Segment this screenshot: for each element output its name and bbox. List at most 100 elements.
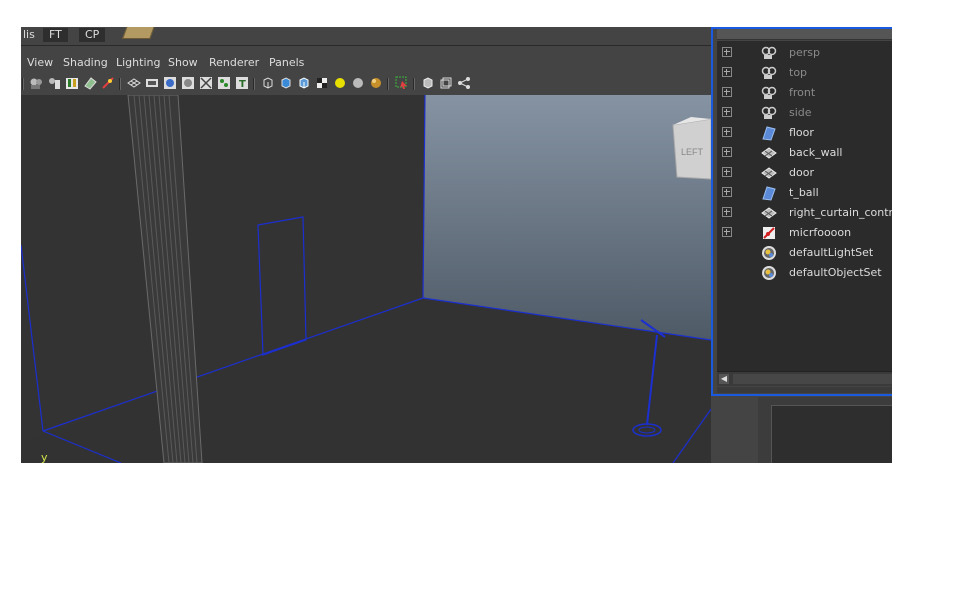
text-icon[interactable]: T bbox=[235, 76, 249, 90]
isolate-select-icon[interactable] bbox=[395, 76, 409, 90]
grease-pencil-icon[interactable] bbox=[101, 76, 115, 90]
outliner-item-label: floor bbox=[789, 126, 814, 139]
expand-icon[interactable] bbox=[722, 187, 732, 197]
shelf-tab-cp[interactable]: CP bbox=[79, 28, 106, 42]
panel-toolbar: T bbox=[21, 74, 721, 94]
shelf-tab-lis[interactable]: lis bbox=[21, 28, 41, 42]
field-chart-icon[interactable] bbox=[181, 76, 195, 90]
image-plane-icon[interactable] bbox=[83, 76, 97, 90]
outliner-panel: persp top front side floor back_wall doo… bbox=[711, 27, 892, 396]
outliner-item-side[interactable]: side bbox=[717, 103, 892, 123]
perspective-viewport[interactable]: LEFT y bbox=[21, 95, 711, 463]
outliner-item-label: door bbox=[789, 166, 814, 179]
menu-panels[interactable]: Panels bbox=[269, 56, 304, 69]
mesh-icon bbox=[761, 165, 777, 181]
outliner-item-label: top bbox=[789, 66, 808, 79]
camera-icon bbox=[761, 45, 777, 61]
toolbar-separator bbox=[253, 78, 255, 90]
menu-lighting[interactable]: Lighting bbox=[116, 56, 160, 69]
nurbs-plane-icon bbox=[761, 185, 777, 201]
bookmark-icon[interactable] bbox=[65, 76, 79, 90]
toolbar-separator bbox=[22, 78, 24, 90]
outliner-item-micrfoooon[interactable]: micrfoooon bbox=[717, 223, 892, 243]
axis-indicator: y bbox=[41, 451, 48, 463]
back-wall-surface bbox=[423, 95, 711, 340]
default-light-icon[interactable] bbox=[333, 76, 347, 90]
shelf-tab-ft[interactable]: FT bbox=[43, 28, 68, 42]
film-gate-icon[interactable] bbox=[145, 76, 159, 90]
camera-icon bbox=[761, 65, 777, 81]
nurbs-plane-icon bbox=[761, 125, 777, 141]
grid-icon[interactable] bbox=[127, 76, 141, 90]
smooth-shade-icon[interactable] bbox=[279, 76, 293, 90]
outliner-item-default-object-set[interactable]: defaultObjectSet bbox=[717, 263, 892, 283]
outliner-resize-grip[interactable] bbox=[717, 387, 892, 393]
view-cube-label: LEFT bbox=[681, 147, 704, 157]
wireframe-on-shaded-icon[interactable] bbox=[297, 76, 311, 90]
svg-text:T: T bbox=[239, 79, 246, 90]
expand-icon[interactable] bbox=[722, 67, 732, 77]
menu-renderer[interactable]: Renderer bbox=[209, 56, 259, 69]
outliner-item-label: back_wall bbox=[789, 146, 843, 159]
shadows-icon[interactable] bbox=[369, 76, 383, 90]
toolbar-separator bbox=[119, 78, 121, 90]
outliner-item-label: persp bbox=[789, 46, 820, 59]
outliner-item-label: defaultObjectSet bbox=[789, 266, 882, 279]
safe-action-icon[interactable] bbox=[199, 76, 213, 90]
panel-menu-bar: View Shading Lighting Show Renderer Pane… bbox=[21, 53, 721, 73]
outliner-item-label: right_curtain_control bbox=[789, 206, 892, 219]
scroll-left-arrow-icon[interactable]: ◀ bbox=[719, 374, 729, 384]
textured-icon[interactable] bbox=[315, 76, 329, 90]
outliner-item-default-light-set[interactable]: defaultLightSet bbox=[717, 243, 892, 263]
lower-right-panel bbox=[758, 397, 892, 463]
set-icon bbox=[761, 265, 777, 281]
all-lights-icon[interactable] bbox=[351, 76, 365, 90]
maya-window: lis FT CP View Shading Lighting Show Ren… bbox=[21, 27, 892, 463]
expand-icon[interactable] bbox=[722, 127, 732, 137]
outliner-item-t-ball[interactable]: t_ball bbox=[717, 183, 892, 203]
wireframe-icon[interactable] bbox=[261, 76, 275, 90]
resolution-gate-icon[interactable] bbox=[163, 76, 177, 90]
expand-icon[interactable] bbox=[722, 207, 732, 217]
outliner-horizontal-scrollbar[interactable]: ◀ bbox=[717, 371, 892, 386]
outliner-item-label: t_ball bbox=[789, 186, 819, 199]
outliner-item-door[interactable]: door bbox=[717, 163, 892, 183]
select-camera-icon[interactable] bbox=[29, 76, 43, 90]
expand-icon[interactable] bbox=[722, 87, 732, 97]
safe-title-icon[interactable] bbox=[217, 76, 231, 90]
lower-right-panel-content bbox=[771, 405, 892, 463]
expand-icon[interactable] bbox=[722, 227, 732, 237]
shelf-tool-icon[interactable] bbox=[122, 27, 156, 39]
camera-icon bbox=[761, 105, 777, 121]
outliner-item-persp[interactable]: persp bbox=[717, 43, 892, 63]
menu-view[interactable]: View bbox=[27, 56, 53, 69]
expand-icon[interactable] bbox=[722, 147, 732, 157]
share-icon[interactable] bbox=[457, 76, 471, 90]
outliner-item-back-wall[interactable]: back_wall bbox=[717, 143, 892, 163]
outliner-search-bar[interactable] bbox=[717, 29, 892, 40]
toolbar-separator bbox=[413, 78, 415, 90]
view-cube[interactable]: LEFT bbox=[672, 117, 711, 180]
menu-shading[interactable]: Shading bbox=[63, 56, 108, 69]
xray-icon[interactable] bbox=[421, 76, 435, 90]
outliner-item-label: micrfoooon bbox=[789, 226, 852, 239]
outliner-item-label: front bbox=[789, 86, 816, 99]
outliner-list: persp top front side floor back_wall doo… bbox=[717, 41, 892, 371]
expand-icon[interactable] bbox=[722, 47, 732, 57]
outliner-item-floor[interactable]: floor bbox=[717, 123, 892, 143]
mesh-icon bbox=[761, 145, 777, 161]
set-icon bbox=[761, 245, 777, 261]
mesh-icon bbox=[761, 205, 777, 221]
scroll-track[interactable] bbox=[733, 374, 892, 384]
outliner-item-top[interactable]: top bbox=[717, 63, 892, 83]
camera-attributes-icon[interactable] bbox=[47, 76, 61, 90]
menu-show[interactable]: Show bbox=[168, 56, 198, 69]
outliner-item-label: side bbox=[789, 106, 812, 119]
camera-icon bbox=[761, 85, 777, 101]
xray-joints-icon[interactable] bbox=[439, 76, 453, 90]
shelf-bar: lis FT CP bbox=[21, 27, 721, 46]
expand-icon[interactable] bbox=[722, 107, 732, 117]
expand-icon[interactable] bbox=[722, 167, 732, 177]
outliner-item-front[interactable]: front bbox=[717, 83, 892, 103]
outliner-item-right-curtain-control[interactable]: right_curtain_control bbox=[717, 203, 892, 223]
